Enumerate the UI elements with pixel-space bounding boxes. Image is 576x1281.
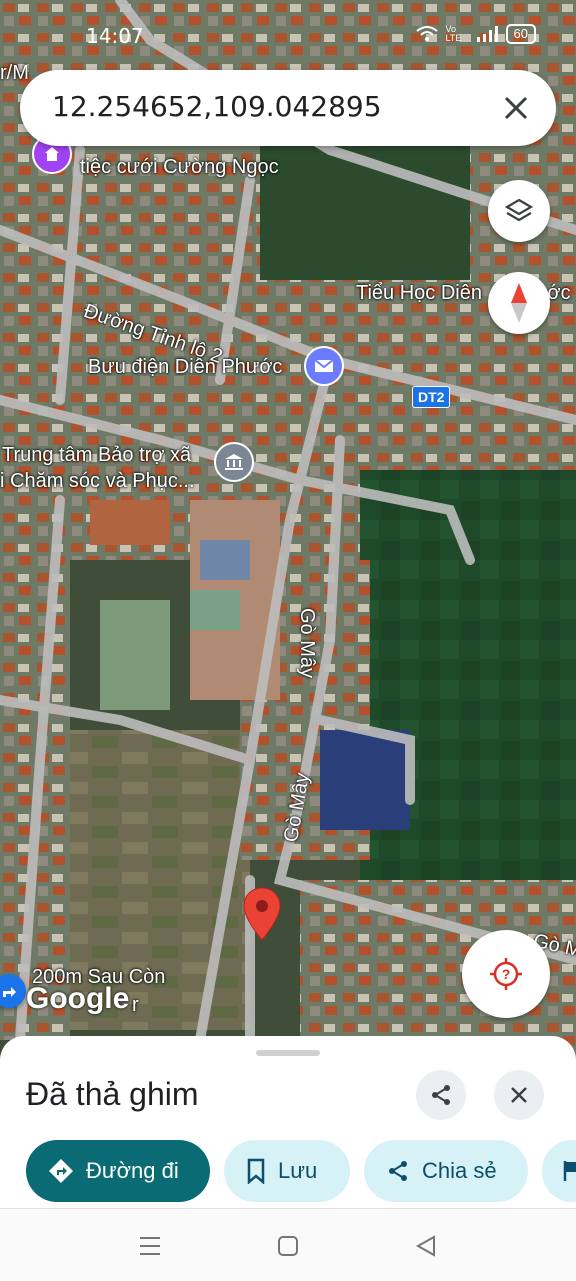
sheet-title: Đã thả ghim	[26, 1076, 199, 1112]
location-icon: ?	[490, 958, 522, 990]
share-label: Chia sẻ	[422, 1158, 497, 1183]
wifi-icon	[415, 26, 438, 41]
map-label-center-line2[interactable]: i Chăm sóc và Phục...	[0, 470, 195, 493]
signal-icon	[476, 26, 498, 42]
government-poi-icon[interactable]	[214, 442, 254, 482]
compass-button[interactable]	[488, 272, 550, 334]
back-triangle-icon	[415, 1235, 435, 1257]
school-label-tail: ớc	[547, 282, 571, 304]
back-button[interactable]	[414, 1235, 438, 1262]
system-nav-bar	[0, 1208, 576, 1281]
share-button[interactable]: Chia sẻ	[364, 1140, 528, 1202]
svg-text:?: ?	[502, 966, 511, 982]
battery-indicator: 60	[505, 24, 536, 44]
close-icon	[504, 96, 528, 120]
close-icon	[511, 1087, 527, 1103]
directions-button[interactable]: Đường đi	[26, 1140, 210, 1202]
home-button[interactable]	[276, 1235, 300, 1262]
home-square-icon	[278, 1236, 298, 1256]
close-sheet-button[interactable]	[494, 1070, 544, 1120]
share-icon	[432, 1085, 450, 1105]
map-label-post-office[interactable]: Bưu điện Diên Phước	[88, 356, 282, 379]
school-label-text: Tiểu Học Diên	[356, 282, 488, 304]
layers-button[interactable]	[488, 180, 550, 242]
network-type: Vo LTE	[445, 24, 462, 43]
layers-icon	[504, 198, 534, 222]
share-icon-button[interactable]	[416, 1070, 466, 1120]
bookmark-icon	[247, 1158, 265, 1184]
map-label-bottom-left-2[interactable]: r	[132, 994, 139, 1017]
map-label-wedding[interactable]: tiệc cưới Cường Ngọc	[80, 156, 279, 179]
recents-button[interactable]	[136, 1235, 164, 1262]
directions-icon	[49, 1159, 73, 1183]
directions-label: Đường đi	[86, 1158, 179, 1183]
map-label-go-may-1: Gò Mây	[296, 608, 318, 679]
dropped-pin-icon[interactable]	[242, 886, 282, 947]
satellite-map[interactable]: r/M tiệc cưới Cường Ngọc Đường Tỉnh lộ 2…	[0, 0, 576, 1060]
menu-icon	[140, 1237, 160, 1255]
clear-search-button[interactable]	[500, 92, 532, 124]
save-button[interactable]: Lưu	[224, 1140, 350, 1202]
search-query[interactable]: 12.254652,109.042895	[52, 90, 382, 123]
status-bar: 14:07 Vo LTE 60	[0, 0, 576, 70]
save-label: Lưu	[278, 1158, 318, 1183]
dt2-route-shield: DT2	[412, 386, 451, 408]
status-time: 14:07	[86, 24, 144, 48]
share-icon	[389, 1161, 407, 1181]
flag-icon	[563, 1161, 576, 1181]
compass-icon	[511, 283, 527, 323]
sheet-drag-handle[interactable]	[256, 1050, 320, 1056]
search-bar[interactable]: 12.254652,109.042895	[20, 70, 556, 146]
google-logo: Google	[26, 982, 130, 1015]
my-location-button[interactable]: ?	[462, 930, 550, 1018]
more-action-button[interactable]	[542, 1140, 576, 1202]
status-icons: Vo LTE 60	[415, 24, 536, 44]
post-office-poi-icon[interactable]	[304, 346, 344, 386]
map-label-center-line1[interactable]: Trung tâm Bảo trợ xã	[2, 444, 191, 467]
